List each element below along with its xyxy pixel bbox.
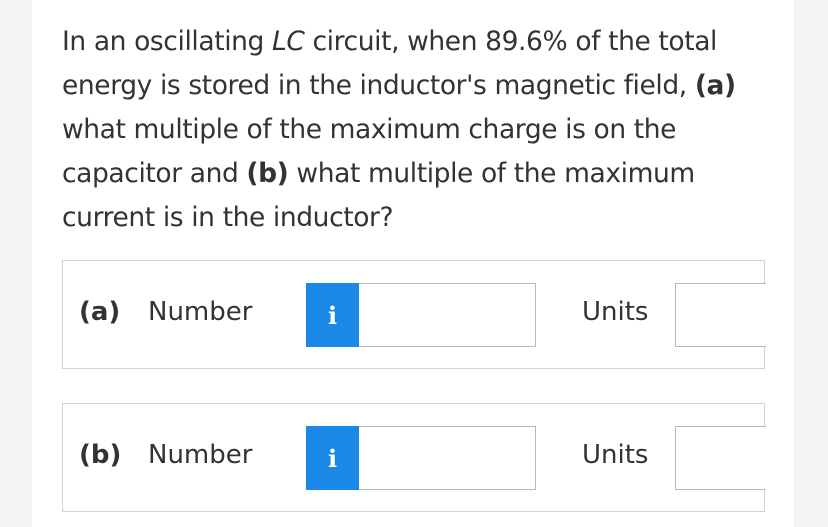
info-icon: i	[327, 300, 338, 330]
answer-row-a: (a) Number i Units	[62, 260, 766, 369]
info-icon: i	[327, 443, 338, 473]
answer-row-b: (b) Number i Units	[62, 403, 766, 512]
units-label-a: Units	[582, 297, 649, 327]
question-text-part: In an oscillating	[62, 26, 273, 57]
units-select-b[interactable]	[675, 426, 766, 490]
part-b-marker: (b)	[246, 158, 289, 189]
units-label-b: Units	[582, 440, 649, 470]
number-label-b: Number	[148, 440, 253, 470]
lc-term: LC	[272, 26, 305, 57]
units-select-a[interactable]	[675, 283, 766, 347]
part-label-b: (b)	[79, 440, 122, 470]
number-input-b[interactable]	[359, 426, 536, 490]
part-a-marker: (a)	[694, 70, 736, 101]
question-card: In an oscillating LC circuit, when 89.6%…	[32, 0, 794, 527]
number-input-a[interactable]	[359, 283, 536, 347]
info-button-b[interactable]: i	[306, 426, 359, 490]
question-text: In an oscillating LC circuit, when 89.6%…	[62, 20, 777, 240]
info-button-a[interactable]: i	[306, 283, 359, 347]
part-label-a: (a)	[79, 297, 121, 327]
number-label-a: Number	[148, 297, 253, 327]
